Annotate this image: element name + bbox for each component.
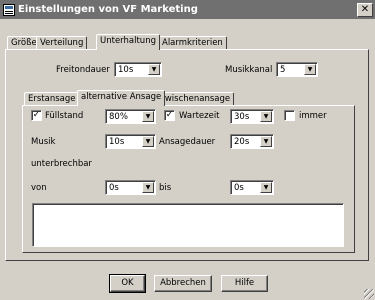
fuellstand-value: 80%: [109, 112, 128, 122]
bis-value: 0s: [234, 183, 244, 193]
musikkanal-label: Musikkanal: [225, 65, 273, 75]
ok-button[interactable]: OK: [109, 274, 146, 293]
chevron-down-icon: ▼: [260, 111, 272, 122]
bis-label: bis: [159, 183, 172, 193]
ansagedauer-select[interactable]: 20s ▼: [230, 134, 274, 149]
freitondauer-select[interactable]: 10s ▼: [114, 62, 162, 77]
cancel-button[interactable]: Abbrechen: [154, 275, 212, 292]
subtab-zwischenansage[interactable]: Zwischenansage: [155, 92, 235, 106]
chevron-down-icon: ▼: [304, 64, 316, 75]
ansagedauer-label: Ansagedauer: [159, 137, 216, 147]
fuellstand-checkbox[interactable]: ✓: [31, 110, 42, 121]
chevron-down-icon: ▼: [142, 182, 154, 193]
help-button[interactable]: Hilfe: [221, 275, 268, 292]
subtab-alternative-ansage[interactable]: alternative Ansage: [77, 90, 166, 106]
fuellstand-label: Füllstand: [45, 111, 84, 121]
subtab-erstansage[interactable]: Erstansage: [24, 92, 80, 106]
chevron-down-icon: ▼: [260, 136, 272, 147]
app-icon: [3, 3, 15, 16]
von-value: 0s: [109, 183, 119, 193]
freitondauer-label: Freitondauer: [56, 65, 110, 75]
wartezeit-checkbox[interactable]: ✓: [164, 110, 175, 121]
chevron-down-icon: ▼: [148, 64, 160, 75]
musik-label: Musik: [31, 137, 56, 147]
bis-select[interactable]: 0s ▼: [230, 180, 274, 195]
settings-dialog: Einstellungen von VF Marketing ✕ Größe V…: [0, 0, 375, 300]
von-label: von: [31, 183, 47, 193]
window-title: Einstellungen von VF Marketing: [18, 4, 198, 15]
chevron-down-icon: ▼: [142, 111, 154, 122]
chevron-down-icon: ▼: [260, 182, 272, 193]
musik-select[interactable]: 10s ▼: [105, 134, 156, 149]
resize-grip[interactable]: [364, 289, 374, 299]
musikkanal-select[interactable]: 5 ▼: [276, 62, 318, 77]
fuellstand-select[interactable]: 80% ▼: [105, 109, 156, 124]
announcement-text-field[interactable]: [32, 203, 344, 247]
von-select[interactable]: 0s ▼: [105, 180, 156, 195]
musik-value: 10s: [109, 137, 125, 147]
subtab-panel-alternative: ✓ Füllstand 80% ▼ ✓ Wartezeit 30s ▼ imme…: [22, 105, 355, 253]
tab-unterhaltung[interactable]: Unterhaltung: [96, 34, 160, 50]
ansagedauer-value: 20s: [234, 137, 250, 147]
title-bar: Einstellungen von VF Marketing ✕: [0, 0, 375, 19]
tab-panel-unterhaltung: Freitondauer 10s ▼ Musikkanal 5 ▼ Erstan…: [5, 49, 369, 261]
chevron-down-icon: ▼: [142, 136, 154, 147]
immer-label: immer: [299, 111, 327, 121]
musikkanal-value: 5: [280, 65, 286, 75]
wartezeit-select[interactable]: 30s ▼: [230, 109, 274, 124]
wartezeit-label: Wartezeit: [179, 111, 220, 121]
wartezeit-value: 30s: [234, 112, 250, 122]
immer-checkbox[interactable]: [284, 110, 295, 121]
tab-alarmkriterien[interactable]: Alarmkriterien: [158, 36, 227, 50]
unterbrechbar-label: unterbrechbar: [31, 159, 92, 169]
freitondauer-value: 10s: [118, 65, 134, 75]
tab-verteilung[interactable]: Verteilung: [36, 36, 88, 50]
close-button[interactable]: ✕: [357, 2, 373, 17]
